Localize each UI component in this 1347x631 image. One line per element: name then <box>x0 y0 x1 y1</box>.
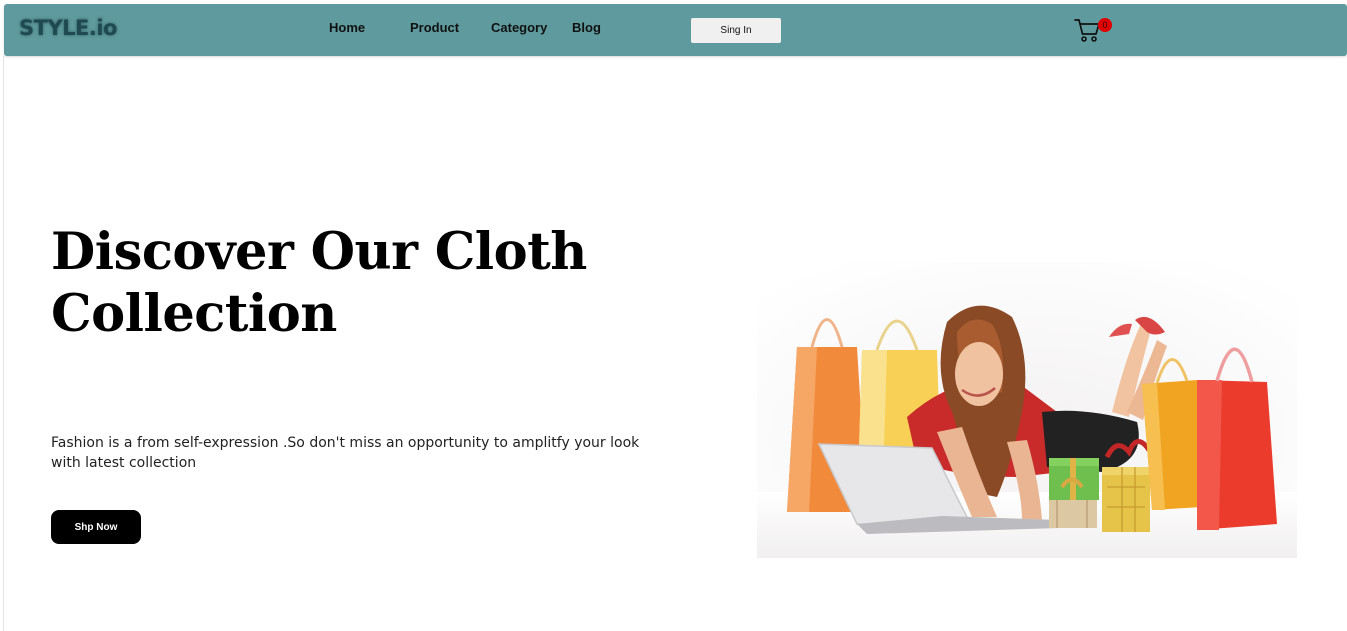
shop-now-button[interactable]: Shp Now <box>51 510 141 544</box>
hero-title-line-1: Discover Our Cloth <box>51 222 587 282</box>
page-border <box>3 56 4 631</box>
logo[interactable]: STYLE.io <box>19 16 118 40</box>
nav-product-link[interactable]: Product <box>410 20 459 35</box>
cart-count-badge: 0 <box>1098 18 1112 32</box>
nav-blog-link[interactable]: Blog <box>572 20 601 35</box>
nav-home-link[interactable]: Home <box>329 20 365 35</box>
navbar: STYLE.io Home Product Category Blog Sing… <box>4 4 1347 56</box>
cart-icon[interactable] <box>1074 16 1102 44</box>
page: STYLE.io Home Product Category Blog Sing… <box>0 0 1347 631</box>
hero-title: Discover Our Cloth Collection <box>51 221 691 345</box>
hero-description: Fashion is a from self-expression .So do… <box>51 435 640 471</box>
hero-image <box>757 262 1297 558</box>
hero-title-line-2: Collection <box>51 284 337 344</box>
sign-in-button[interactable]: Sing In <box>691 18 781 43</box>
nav-category-link[interactable]: Category <box>491 20 547 35</box>
